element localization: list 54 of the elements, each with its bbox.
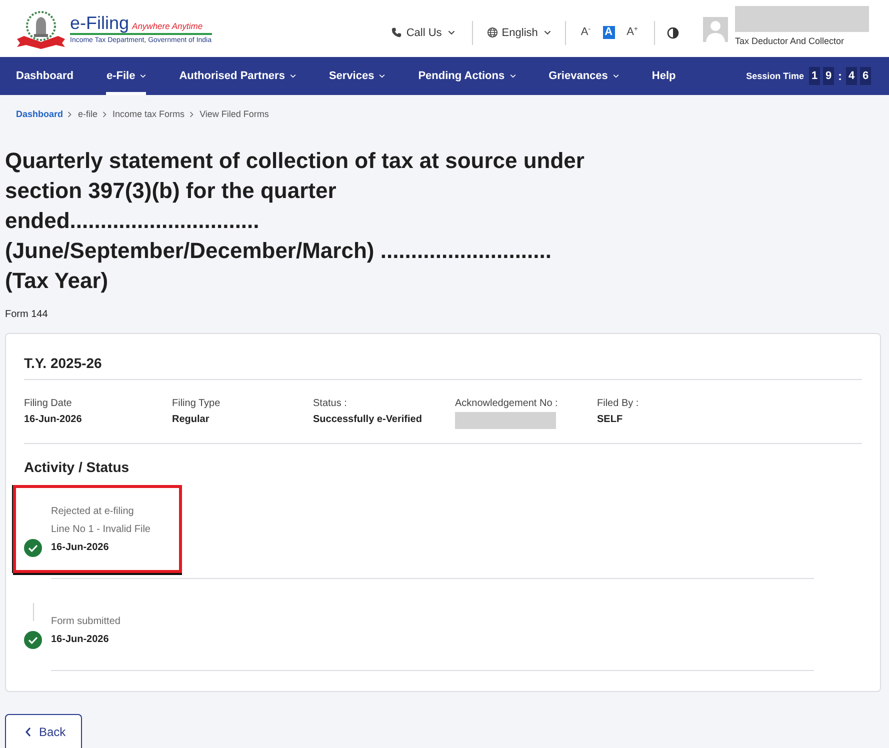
event-text: Line No 1 - Invalid File [51,523,152,537]
font-size-button[interactable]: A [602,26,615,39]
back-button[interactable]: Back [5,714,82,748]
logo-title: e-Filing [70,13,130,33]
page-title: Quarterly statement of collection of tax at source under section 397(3)(b) for the quarter ended............................... (June/September/December/March) ............................ (Tax Year) [5,147,586,295]
phone-icon [391,27,402,38]
field-value: Regular [172,413,210,427]
field-value: Successfully e-Verified [313,413,423,427]
font-size-button[interactable]: A$^{+}$ [624,26,640,39]
seal-icon [15,8,67,48]
nav-menu-item[interactable]: Pending Actions [418,57,516,95]
breadcrumb-link[interactable]: e-file [78,109,98,120]
nav-menu-item[interactable]: Grievances [548,57,619,95]
nav-menu-item[interactable]: e-File [106,57,146,95]
breadcrumb-link[interactable]: View Filed Forms [200,109,269,120]
font-size-button[interactable]: A$^{-}$ [578,26,593,39]
chevron-icon [67,111,72,118]
event-text: Rejected at e-filing [51,505,135,519]
chevron-left-icon [25,726,31,736]
session-time-label: Session Time [746,71,804,81]
user-role: Tax Deductor And Collector [735,36,846,46]
nav-menu-item[interactable]: Authorised Partners [179,57,296,95]
event-date: 16-Jun-2026 [51,633,110,647]
breadcrumb-link[interactable]: Dashboard [16,109,64,120]
event-text: Form submitted [51,615,122,629]
field-label: Filed By : [597,397,640,411]
field-label: Filing Date [24,397,73,411]
field-label: Filing Type [172,397,222,411]
language-button[interactable]: English [486,26,551,38]
year-heading: T.Y. 2025-26 [24,334,862,380]
timer-digit: 6 [860,67,871,85]
form-number: Form 144 [5,308,49,322]
call-us-button[interactable]: Call Us [391,26,455,38]
field-label: Status : [313,397,348,411]
timer-separator: : [837,69,843,83]
field-value: 16-Jun-2026 [24,413,83,427]
logo-tagline: Anywhere Anytime [132,21,203,31]
nav-menu-item[interactable]: Dashboard [16,57,74,95]
breadcrumb-link[interactable]: Income tax Forms [112,109,185,120]
chevron-icon [188,111,194,118]
timer-digit: 9 [823,67,834,85]
globe-icon [486,27,498,38]
timer-digit: 1 [809,67,820,85]
avatar-icon [703,17,728,42]
field-value: SELF [597,413,624,427]
field-label: Acknowledgement No : [455,397,559,411]
nav-menu-item[interactable]: Help [652,57,676,95]
contrast-icon[interactable] [667,26,679,38]
event-date: 16-Jun-2026 [51,541,110,555]
section-heading: Activity / Status [24,458,130,476]
timeline-connector [32,603,34,621]
chevron-icon [102,111,107,118]
timer-digit: 4 [846,67,857,85]
nav-menu-item[interactable]: Services [328,57,386,95]
